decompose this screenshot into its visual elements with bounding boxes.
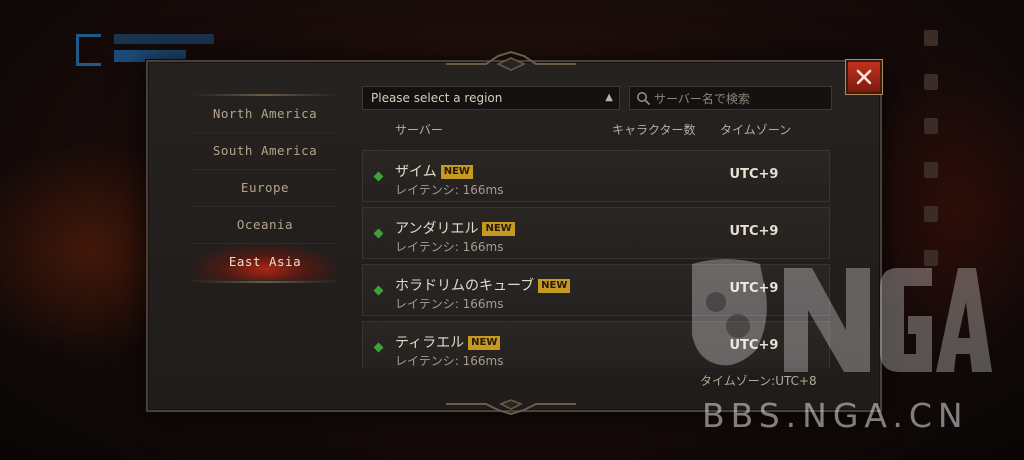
status-online-icon: [373, 285, 384, 296]
server-name: ティラエル: [395, 335, 465, 351]
server-name: ザイム: [395, 164, 437, 180]
region-item-north-america[interactable]: North America: [192, 96, 338, 133]
new-badge: NEW: [440, 165, 473, 179]
region-item-oceania[interactable]: Oceania: [192, 207, 338, 244]
region-item-east-asia[interactable]: East Asia: [192, 244, 338, 281]
bottom-ornament: [446, 399, 576, 416]
search-input[interactable]: [652, 89, 830, 109]
region-item-south-america[interactable]: South America: [192, 133, 338, 170]
server-latency: レイテンシ: 166ms: [395, 354, 504, 368]
server-timezone: UTC+9: [729, 167, 779, 182]
server-latency: レイテンシ: 166ms: [395, 183, 504, 197]
region-item-europe[interactable]: Europe: [192, 170, 338, 207]
new-badge: NEW: [482, 222, 515, 236]
column-header-timezone: タイムゾーン: [720, 123, 792, 137]
server-name: アンダリエル: [395, 221, 479, 237]
server-name: ホラドリムのキューブ: [395, 278, 535, 294]
server-timezone: UTC+9: [729, 224, 779, 239]
status-online-icon: [373, 171, 384, 182]
region-dropdown-value: Please select a region: [371, 91, 503, 105]
new-badge: NEW: [538, 279, 571, 293]
background-hud-icon: [76, 34, 101, 66]
server-latency: レイテンシ: 166ms: [395, 297, 504, 311]
server-search[interactable]: [629, 86, 832, 110]
close-icon: [856, 69, 872, 85]
region-list: North America South America Europe Ocean…: [192, 94, 338, 283]
region-list-divider-bottom: [192, 281, 338, 283]
new-badge: NEW: [468, 336, 501, 350]
close-button[interactable]: [846, 60, 882, 94]
region-dropdown[interactable]: Please select a region ▲: [362, 86, 620, 110]
dropdown-arrow-icon: ▲: [605, 92, 613, 103]
status-online-icon: [373, 228, 384, 239]
search-icon: [637, 92, 650, 105]
server-latency: レイテンシ: 166ms: [395, 240, 504, 254]
column-header-server: サーバー: [395, 123, 443, 137]
server-row[interactable]: アンダリエル NEW レイテンシ: 166ms UTC+9: [362, 207, 830, 259]
server-row[interactable]: ザイム NEW レイテンシ: 166ms UTC+9: [362, 150, 830, 202]
status-online-icon: [373, 342, 384, 353]
background-side-menu: [924, 30, 942, 290]
nga-logo-watermark: [692, 259, 992, 372]
top-ornament: [446, 50, 576, 71]
watermark-site-text: BBS.NGA.CN: [702, 396, 969, 435]
column-header-characters: キャラクター数: [612, 123, 696, 137]
